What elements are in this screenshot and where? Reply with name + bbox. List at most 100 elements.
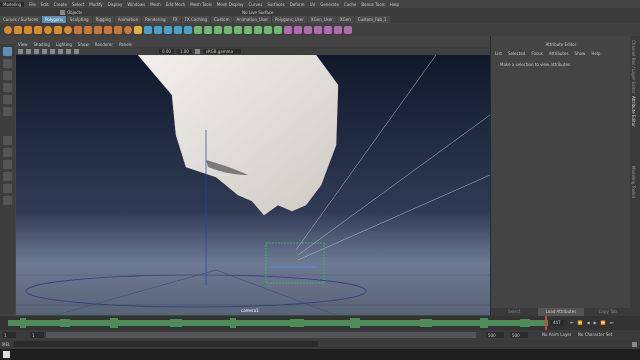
isolate-select-icon[interactable] bbox=[74, 48, 79, 54]
shelf-tab-polygons[interactable]: Polygons bbox=[42, 16, 66, 23]
attr-menu-help[interactable]: Help bbox=[591, 51, 600, 56]
range-end-field[interactable] bbox=[486, 332, 504, 338]
menu-create[interactable]: Create bbox=[54, 2, 67, 7]
load-attributes-button[interactable]: Load Attributes bbox=[537, 308, 585, 316]
menu-set-selector[interactable]: Modeling bbox=[0, 1, 25, 7]
attr-menu-selected[interactable]: Selected bbox=[508, 51, 525, 56]
character-set-select[interactable]: No Character Set bbox=[578, 332, 612, 338]
bridge-icon[interactable] bbox=[204, 25, 212, 34]
panel-menu-shading[interactable]: Shading bbox=[34, 42, 50, 47]
poly-torus-icon[interactable] bbox=[44, 25, 52, 34]
shadows-icon[interactable] bbox=[58, 48, 63, 54]
attr-menu-list[interactable]: List bbox=[495, 51, 502, 56]
bevel-icon[interactable] bbox=[214, 25, 222, 34]
rotate-tool-icon[interactable] bbox=[3, 95, 12, 104]
poly-soccer-ball-icon[interactable] bbox=[124, 25, 132, 34]
mirror-icon[interactable] bbox=[184, 25, 192, 34]
panel-menu-view[interactable]: View bbox=[18, 42, 28, 47]
poly-platonic-icon[interactable] bbox=[74, 25, 82, 34]
shelf-tab-fx[interactable]: FX bbox=[169, 16, 181, 23]
combine-icon[interactable] bbox=[144, 25, 152, 34]
shelf-tab-fx-caching[interactable]: FX Caching bbox=[181, 16, 211, 23]
shelf-tab-rigging[interactable]: Rigging bbox=[92, 16, 114, 23]
menu-edit[interactable]: Edit bbox=[41, 2, 49, 7]
gamma-field[interactable]: 1.00 bbox=[176, 48, 192, 54]
paint-select-tool-icon[interactable] bbox=[3, 71, 12, 80]
step-back-icon[interactable]: ⏪ bbox=[578, 320, 583, 325]
tab-modeling-toolkit[interactable]: Modeling Toolkit bbox=[631, 166, 636, 198]
start-icon[interactable] bbox=[3, 351, 10, 358]
poly-disc-icon[interactable] bbox=[64, 25, 72, 34]
smooth-shade-icon[interactable] bbox=[34, 48, 39, 54]
poly-helix-icon[interactable] bbox=[104, 25, 112, 34]
boolean-icon[interactable] bbox=[174, 25, 182, 34]
shelf-tab-xgen-user[interactable]: XGen_User bbox=[307, 16, 336, 23]
tab-attribute-editor[interactable]: Attribute Editor bbox=[631, 96, 636, 127]
anim-layer-select[interactable]: No Anim Layer bbox=[542, 332, 571, 338]
menu-mesh-tools[interactable]: Mesh Tools bbox=[190, 2, 212, 7]
go-to-end-icon[interactable]: ⏭ bbox=[610, 320, 614, 325]
menu-select[interactable]: Select bbox=[72, 2, 84, 7]
super-shape-icon[interactable] bbox=[134, 25, 142, 34]
fill-hole-icon[interactable] bbox=[254, 25, 262, 34]
play-forward-icon[interactable]: ▶ bbox=[594, 320, 597, 325]
shelf-tab-custom-fab[interactable]: Custom_Fab_1 bbox=[354, 16, 390, 23]
menu-file[interactable]: File bbox=[29, 2, 36, 7]
extrude-icon[interactable] bbox=[194, 25, 202, 34]
target-weld-icon[interactable] bbox=[264, 25, 272, 34]
xray-icon[interactable] bbox=[66, 48, 71, 54]
attr-menu-attributes[interactable]: Attributes bbox=[549, 51, 569, 56]
attr-menu-show[interactable]: Show bbox=[575, 51, 586, 56]
append-polygon-icon[interactable] bbox=[244, 25, 252, 34]
unfold-icon[interactable] bbox=[334, 25, 342, 34]
camera-attributes-icon[interactable] bbox=[18, 48, 23, 54]
poly-sphere-icon[interactable] bbox=[4, 25, 12, 34]
step-forward-icon[interactable]: ⏩ bbox=[601, 320, 606, 325]
poly-cube-icon[interactable] bbox=[14, 25, 22, 34]
lights-icon[interactable] bbox=[50, 48, 55, 54]
tab-channel-box[interactable]: Channel Box / Layer Editor bbox=[631, 40, 636, 94]
start-time-field[interactable] bbox=[2, 332, 16, 338]
menu-mesh-display[interactable]: Mesh Display bbox=[217, 2, 244, 7]
view-transform-select[interactable]: sRGB gamma bbox=[202, 48, 242, 54]
menu-modify[interactable]: Modify bbox=[89, 2, 102, 7]
select-button[interactable]: Select bbox=[491, 308, 538, 316]
menu-cache[interactable]: Cache bbox=[344, 2, 356, 7]
shelf-tab-custom[interactable]: Custom bbox=[211, 16, 233, 23]
lasso-tool-icon[interactable] bbox=[3, 59, 12, 68]
textured-icon[interactable] bbox=[42, 48, 47, 54]
viewport[interactable]: camera1 bbox=[16, 55, 490, 315]
shelf-tab-xgen[interactable]: XGen bbox=[336, 16, 354, 23]
planar-map-icon[interactable] bbox=[294, 25, 302, 34]
poly-gear-icon[interactable] bbox=[114, 25, 122, 34]
panel-menu-renderer[interactable]: Renderer bbox=[95, 42, 113, 47]
poly-cone-icon[interactable] bbox=[34, 25, 42, 34]
menu-display[interactable]: Display bbox=[108, 2, 123, 7]
merge-icon[interactable] bbox=[274, 25, 282, 34]
panel-menu-show[interactable]: Show bbox=[78, 42, 89, 47]
play-backward-icon[interactable]: ◀ bbox=[587, 320, 590, 325]
menu-edit-mesh[interactable]: Edit Mesh bbox=[166, 2, 186, 7]
command-language-label[interactable]: MEL bbox=[2, 342, 10, 347]
separate-icon[interactable] bbox=[154, 25, 162, 34]
layout-graph-icon[interactable] bbox=[3, 184, 12, 193]
smooth-icon[interactable] bbox=[164, 25, 172, 34]
select-by-hierarchy-icon[interactable] bbox=[60, 9, 65, 15]
attr-menu-focus[interactable]: Focus bbox=[531, 51, 542, 56]
menu-help[interactable]: Help bbox=[390, 2, 399, 7]
poly-cylinder-icon[interactable] bbox=[24, 25, 32, 34]
command-input[interactable] bbox=[14, 341, 318, 347]
poly-pipe-icon[interactable] bbox=[94, 25, 102, 34]
current-frame-field[interactable]: 447 bbox=[550, 320, 564, 326]
menu-curves[interactable]: Curves bbox=[248, 2, 262, 7]
move-tool-icon[interactable] bbox=[3, 83, 12, 92]
uv-editor-icon[interactable] bbox=[284, 25, 292, 34]
layout-uv-icon[interactable] bbox=[344, 25, 352, 34]
menu-surfaces[interactable]: Surfaces bbox=[267, 2, 284, 7]
menu-mesh[interactable]: Mesh bbox=[150, 2, 161, 7]
wireframe-icon[interactable] bbox=[26, 48, 31, 54]
panel-menu-panels[interactable]: Panels bbox=[119, 42, 132, 47]
live-surface-label[interactable]: No Live Surface bbox=[242, 10, 273, 15]
layout-outliner-icon[interactable] bbox=[3, 172, 12, 181]
automatic-map-icon[interactable] bbox=[304, 25, 312, 34]
